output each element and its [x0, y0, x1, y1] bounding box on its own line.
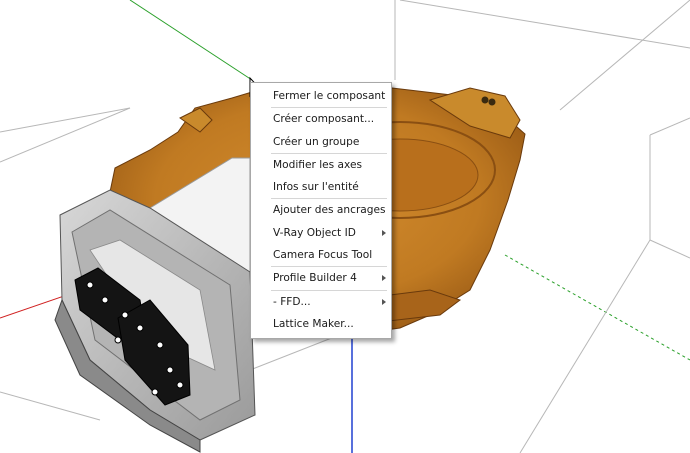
- menu-item-label: Ajouter des ancrages: [273, 204, 386, 217]
- menu-item-camera-focus-tool[interactable]: Camera Focus Tool: [251, 244, 391, 266]
- menu-item-label: Profile Builder 4: [273, 272, 357, 285]
- submenu-arrow-icon: [382, 275, 386, 282]
- menu-item-label: Infos sur l'entité: [273, 181, 359, 194]
- menu-item-modifier-axes[interactable]: Modifier les axes: [251, 154, 391, 176]
- menu-item-infos-entite[interactable]: Infos sur l'entité: [251, 176, 391, 198]
- submenu-arrow-icon: [382, 229, 386, 236]
- context-menu[interactable]: Fermer le composant Créer composant... C…: [250, 82, 392, 340]
- menu-item-label: Lattice Maker...: [273, 317, 354, 330]
- menu-item-label: Modifier les axes: [273, 158, 363, 171]
- menu-item-label: Camera Focus Tool: [273, 249, 373, 262]
- menu-item-lattice-maker[interactable]: Lattice Maker...: [251, 313, 391, 335]
- menu-item-label: Fermer le composant: [273, 90, 386, 102]
- menu-item-label: Créer un groupe: [273, 135, 360, 148]
- menu-item-fermer-composant[interactable]: Fermer le composant: [251, 85, 391, 107]
- menu-item-vray-object-id[interactable]: V-Ray Object ID: [251, 222, 391, 244]
- menu-item-label: Créer composant...: [273, 113, 375, 126]
- menu-item-creer-composant[interactable]: Créer composant...: [251, 108, 391, 130]
- menu-item-ffd[interactable]: - FFD...: [251, 291, 391, 313]
- menu-item-label: V-Ray Object ID: [273, 226, 356, 239]
- menu-item-label: - FFD...: [273, 295, 311, 308]
- bolt-icon: [488, 98, 496, 106]
- bolt-icon: [481, 96, 489, 104]
- submenu-arrow-icon: [382, 298, 386, 305]
- menu-item-ajouter-ancrages[interactable]: Ajouter des ancrages: [251, 199, 391, 221]
- menu-item-creer-groupe[interactable]: Créer un groupe: [251, 131, 391, 153]
- menu-item-profile-builder[interactable]: Profile Builder 4: [251, 267, 391, 289]
